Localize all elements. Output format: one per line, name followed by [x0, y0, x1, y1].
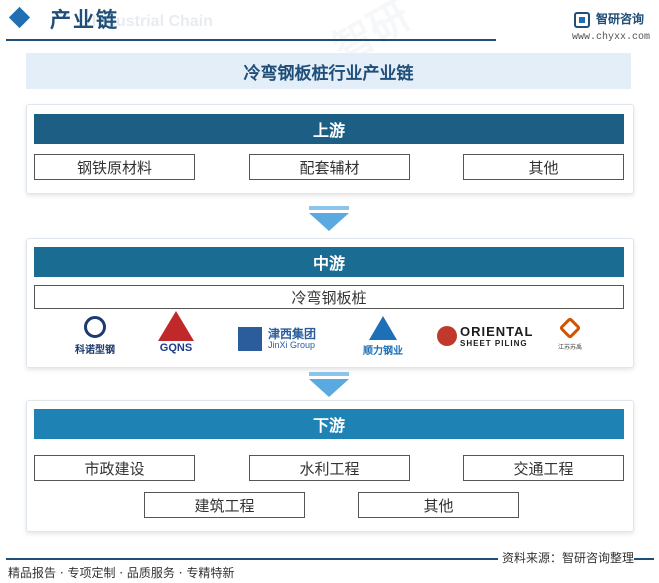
down-arrow-icon — [309, 379, 349, 397]
logo-shunli: 顺力钢业 — [358, 316, 408, 357]
logo-jiangsu: 江苏苏禹 — [552, 316, 588, 356]
brand-logo-icon — [574, 12, 590, 28]
logo-shunli-text: 顺力钢业 — [363, 346, 403, 357]
flow-arrow-band — [309, 372, 349, 376]
brand-url: www.chyxx.com — [572, 32, 651, 43]
header-diamond-icon — [8, 6, 31, 29]
flow-arrow-band — [309, 206, 349, 210]
downstream-item: 交通工程 — [463, 455, 624, 481]
logo-jiangsu-text: 江苏苏禹 — [557, 344, 582, 351]
kenuo-emblem-icon — [84, 316, 106, 338]
logo-gqns: GQNS — [152, 311, 200, 356]
upstream-header: 上游 — [34, 114, 624, 144]
brand-name: 智研咨询 — [596, 12, 645, 26]
jiangsu-emblem-icon — [558, 316, 582, 340]
upstream-item: 钢铁原材料 — [34, 154, 195, 180]
shunli-emblem-icon — [369, 316, 397, 340]
gqns-triangle-icon — [158, 311, 194, 341]
logo-oriental-sub: SHEET PILING — [460, 339, 528, 348]
header-title: 产业链 — [50, 8, 119, 32]
logo-jinxi: 津西集团 JinXi Group — [238, 325, 328, 353]
midstream-product: 冷弯钢板桩 — [34, 285, 624, 309]
downstream-item: 其他 — [358, 492, 519, 518]
upstream-item: 配套辅材 — [249, 154, 410, 180]
logo-kenuo-text: 科诺型钢 — [75, 345, 115, 356]
upstream-item: 其他 — [463, 154, 624, 180]
footer-source: 资料来源：智研咨询整理 — [498, 549, 635, 566]
downstream-item: 水利工程 — [249, 455, 410, 481]
header-divider — [6, 39, 496, 41]
logo-gqns-text: GQNS — [159, 342, 193, 354]
jinxi-emblem-icon — [238, 327, 262, 351]
diagram-title: 冷弯钢板桩行业产业链 — [26, 53, 631, 89]
midstream-header: 中游 — [34, 247, 624, 277]
logo-oriental-text: ORIENTAL — [460, 324, 534, 339]
downstream-item: 市政建设 — [34, 455, 195, 481]
downstream-header: 下游 — [34, 409, 624, 439]
logo-oriental: ORIENTAL SHEET PILING — [437, 324, 532, 354]
down-arrow-icon — [309, 213, 349, 231]
footer-slogan: 精品报告 · 专项定制 · 品质服务 · 专精特新 — [8, 566, 235, 580]
oriental-circle-icon — [437, 326, 457, 346]
downstream-item: 建筑工程 — [144, 492, 305, 518]
logo-kenuo: 科诺型钢 — [70, 316, 120, 356]
logo-jinxi-en: JinXi Group — [268, 340, 316, 350]
